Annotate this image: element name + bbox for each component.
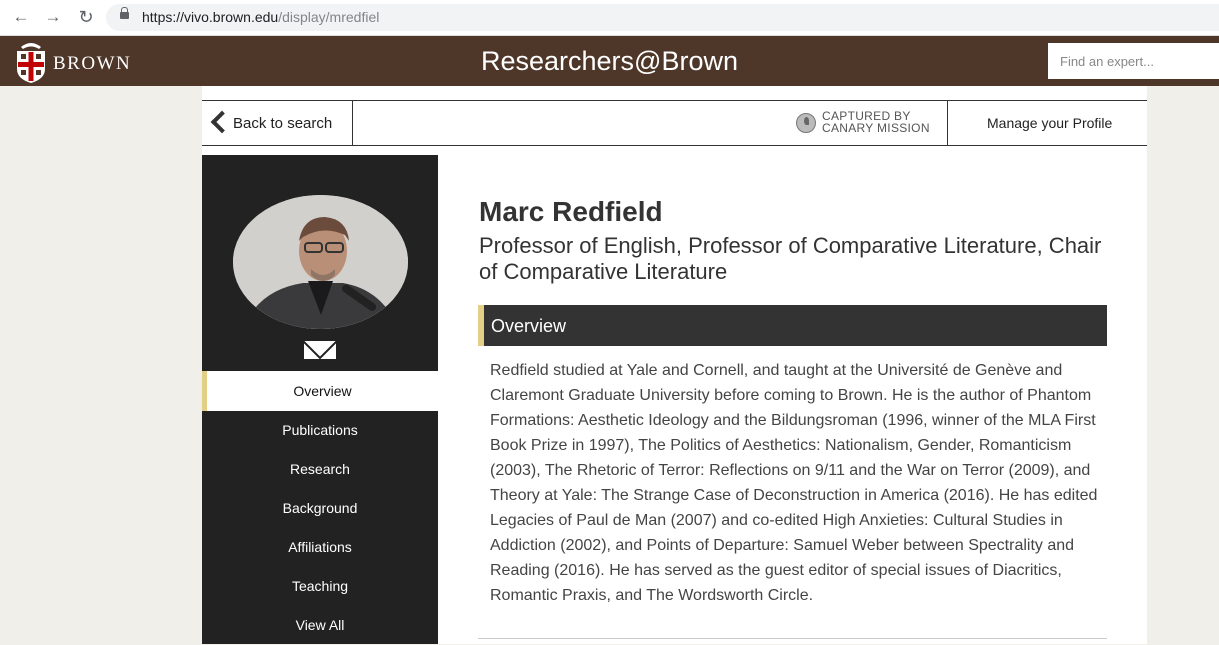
menu-item-affiliations[interactable]: Affiliations bbox=[202, 528, 438, 567]
manage-profile-label: Manage your Profile bbox=[987, 115, 1113, 131]
profile-name: Marc Redfield bbox=[479, 196, 663, 227]
profile-sidebar: Overview Publications Research Backgroun… bbox=[202, 155, 438, 644]
site-title: Researchers@Brown bbox=[480, 46, 738, 76]
profile-subnav: Back to search CAPTURED BY CANARY MISSION… bbox=[202, 100, 1147, 146]
profile-card: Back to search CAPTURED BY CANARY MISSION… bbox=[202, 86, 1147, 644]
url-path: /display/mredfiel bbox=[278, 9, 380, 25]
canary-badge-text: CAPTURED BY CANARY MISSION bbox=[822, 110, 930, 134]
email-icon[interactable] bbox=[304, 341, 336, 359]
overview-heading: Overview bbox=[491, 316, 567, 336]
profile-title: Professor of English, Professor of Compa… bbox=[479, 233, 1102, 284]
section-divider bbox=[478, 638, 1107, 639]
brown-shield-icon[interactable] bbox=[15, 39, 47, 83]
browser-toolbar: ← → ↻ https://vivo.brown.edu/display/mre… bbox=[0, 0, 1219, 36]
forward-arrow-icon[interactable]: → bbox=[43, 7, 63, 27]
menu-item-publications[interactable]: Publications bbox=[202, 411, 438, 450]
profile-menu: Overview Publications Research Backgroun… bbox=[202, 371, 438, 645]
menu-item-view-all[interactable]: View All bbox=[202, 606, 438, 645]
menu-item-overview[interactable]: Overview bbox=[202, 371, 438, 411]
back-to-search-button[interactable]: Back to search bbox=[202, 101, 353, 145]
back-to-search-label: Back to search bbox=[233, 115, 333, 132]
reload-icon[interactable]: ↻ bbox=[76, 7, 96, 27]
canary-bird-icon bbox=[796, 113, 816, 133]
overview-text: Redfield studied at Yale and Cornell, an… bbox=[490, 362, 1098, 604]
logo-wordmark[interactable]: BROWN bbox=[53, 53, 131, 75]
url-host: https://vivo.brown.edu bbox=[142, 9, 279, 25]
back-arrow-icon[interactable]: ← bbox=[11, 7, 31, 27]
manage-profile-button[interactable]: Manage your Profile bbox=[947, 101, 1148, 145]
menu-item-background[interactable]: Background bbox=[202, 489, 438, 528]
overview-section-header: Overview bbox=[478, 305, 1107, 346]
canary-mission-badge[interactable]: CAPTURED BY CANARY MISSION bbox=[796, 109, 946, 137]
canary-line-2: CANARY MISSION bbox=[822, 121, 930, 135]
menu-item-research[interactable]: Research bbox=[202, 450, 438, 489]
profile-photo bbox=[233, 195, 408, 329]
lock-icon bbox=[120, 7, 129, 19]
menu-item-teaching[interactable]: Teaching bbox=[202, 567, 438, 606]
url-text[interactable]: https://vivo.brown.edu/display/mredfiel bbox=[142, 9, 379, 25]
find-expert-input[interactable] bbox=[1048, 43, 1219, 79]
site-header: BROWN Researchers@Brown bbox=[0, 36, 1219, 86]
address-bar[interactable]: https://vivo.brown.edu/display/mredfiel bbox=[106, 4, 1219, 31]
chevron-left-icon bbox=[210, 110, 234, 134]
